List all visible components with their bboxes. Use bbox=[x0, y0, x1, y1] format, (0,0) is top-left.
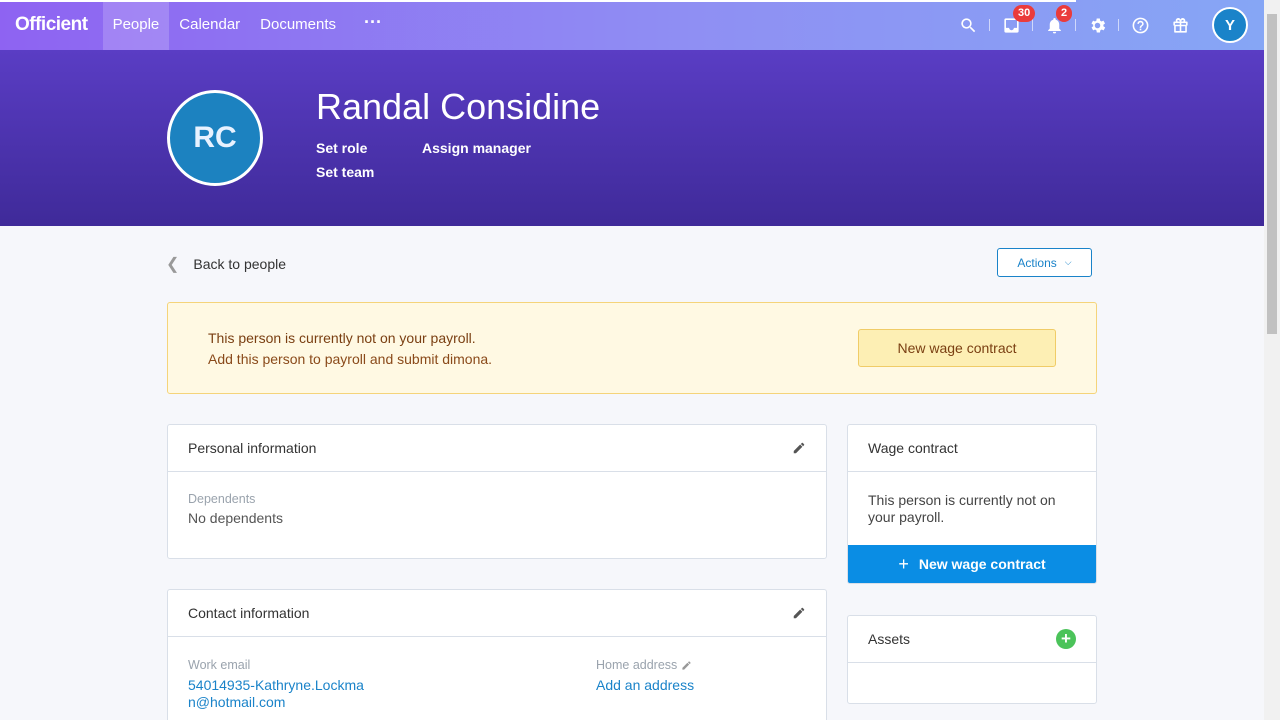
contact-information-card: Contact information Work email 54014935-… bbox=[167, 589, 827, 720]
alert-subtitle: Add this person to payroll and submit di… bbox=[208, 351, 493, 367]
profile-avatar: RC bbox=[167, 90, 263, 186]
assign-manager-link[interactable]: Assign manager bbox=[422, 140, 531, 156]
nav-item-people[interactable]: People bbox=[102, 0, 170, 50]
divider bbox=[1118, 19, 1119, 31]
plus-icon: + bbox=[898, 553, 909, 574]
chevron-left-icon: ❮ bbox=[166, 256, 180, 273]
work-email-link-line1[interactable]: 54014935-Kathryne.Lockma bbox=[188, 677, 364, 693]
pencil-icon[interactable] bbox=[792, 606, 806, 620]
back-to-people-link[interactable]: ❮ Back to people bbox=[166, 254, 286, 274]
wage-text-line2: your payroll. bbox=[868, 509, 945, 525]
nav-item-documents[interactable]: Documents bbox=[250, 0, 346, 50]
dependents-value: No dependents bbox=[188, 510, 283, 526]
notifications-count-badge: 2 bbox=[1056, 5, 1073, 22]
card-title: Assets bbox=[868, 631, 911, 647]
profile-header: RC Randal Considine Set role Assign mana… bbox=[0, 50, 1264, 226]
add-asset-plus-icon[interactable]: + bbox=[1056, 629, 1076, 649]
personal-information-card: Personal information Dependents No depen… bbox=[167, 424, 827, 559]
divider bbox=[989, 19, 990, 31]
bell-icon[interactable]: 2 bbox=[1034, 0, 1074, 50]
wage-contract-card: Wage contract This person is currently n… bbox=[847, 424, 1097, 584]
inbox-icon[interactable]: 30 bbox=[991, 0, 1036, 50]
divider bbox=[1075, 19, 1076, 31]
search-icon[interactable] bbox=[948, 0, 988, 50]
chevron-down-icon: ⌵ bbox=[1064, 257, 1072, 267]
card-title: Personal information bbox=[188, 440, 317, 456]
nav-item-calendar[interactable]: Calendar bbox=[169, 0, 250, 50]
pencil-icon[interactable] bbox=[792, 441, 806, 455]
wage-text-line1: This person is currently not on bbox=[868, 492, 1056, 508]
work-email-link-line2[interactable]: n@hotmail.com bbox=[188, 694, 364, 710]
home-address-label: Home address bbox=[596, 658, 678, 672]
actions-dropdown-button[interactable]: Actions ⌵ bbox=[997, 248, 1092, 277]
more-menu-icon[interactable]: ··· bbox=[346, 0, 400, 50]
top-navbar: Officient People Calendar Documents ··· … bbox=[0, 0, 1264, 50]
add-address-link[interactable]: Add an address bbox=[596, 677, 694, 693]
gear-icon[interactable] bbox=[1077, 0, 1117, 50]
page-scrollbar[interactable] bbox=[1264, 0, 1280, 720]
divider bbox=[1032, 19, 1033, 31]
inbox-count-badge: 30 bbox=[1013, 5, 1036, 22]
card-title: Contact information bbox=[188, 605, 310, 621]
card-title: Wage contract bbox=[868, 440, 958, 456]
set-role-link[interactable]: Set role bbox=[316, 140, 367, 156]
pencil-icon[interactable] bbox=[681, 660, 692, 671]
gift-icon[interactable] bbox=[1160, 0, 1200, 50]
new-wage-contract-button[interactable]: New wage contract bbox=[858, 329, 1056, 367]
dependents-label: Dependents bbox=[188, 492, 256, 506]
set-team-link[interactable]: Set team bbox=[316, 164, 374, 180]
work-email-label: Work email bbox=[188, 658, 251, 672]
actions-label: Actions bbox=[1017, 255, 1057, 270]
loading-bar bbox=[0, 0, 1076, 2]
alert-title: This person is currently not on your pay… bbox=[208, 330, 476, 346]
new-wage-contract-primary-button[interactable]: + New wage contract bbox=[848, 545, 1096, 583]
payroll-alert: This person is currently not on your pay… bbox=[167, 302, 1097, 394]
assets-card: Assets + bbox=[847, 615, 1097, 704]
help-icon[interactable] bbox=[1120, 0, 1160, 50]
scrollbar-thumb[interactable] bbox=[1267, 14, 1277, 334]
user-avatar[interactable]: Y bbox=[1212, 7, 1248, 43]
wage-button-label: New wage contract bbox=[918, 556, 1046, 572]
logo[interactable]: Officient bbox=[0, 14, 103, 36]
profile-name: Randal Considine bbox=[316, 86, 601, 127]
back-label: Back to people bbox=[193, 256, 287, 272]
